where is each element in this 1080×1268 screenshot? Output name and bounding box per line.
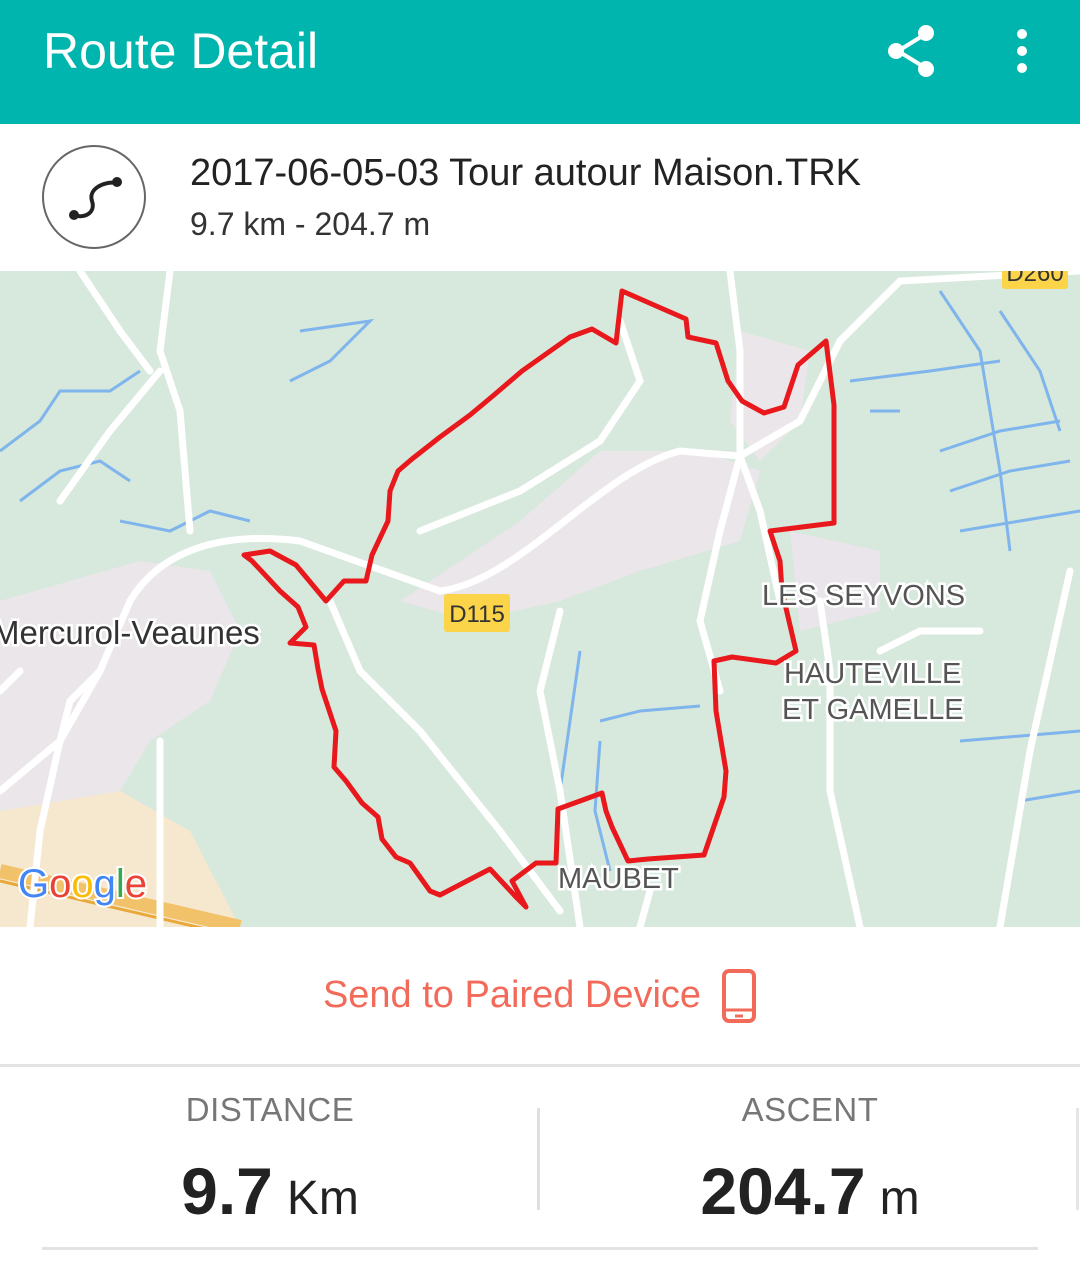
road-shield-d115: D115 [444,594,510,632]
overflow-menu-button[interactable] [1000,18,1044,82]
distance-unit: Km [286,1172,359,1225]
ascent-number: 204.7 [700,1154,866,1228]
distance-number: 9.7 [181,1154,273,1228]
svg-text:D115: D115 [449,601,505,628]
more-vert-icon [1017,29,1027,73]
ascent-value: 204.7 m [540,1153,1080,1229]
ascent-unit: m [879,1172,920,1225]
google-logo: Google [16,860,149,908]
route-map[interactable]: D115 D260 Mercurol-Veaunes LES SEYVONS H… [0,271,1080,927]
share-icon [888,25,934,77]
distance-stat: DISTANCE 9.7 Km [0,1067,540,1247]
phone-icon [722,968,757,1023]
map-label-maubet: MAUBET [558,863,679,895]
svg-text:D260: D260 [1006,271,1063,287]
send-row: Send to Paired Device [0,927,1080,1064]
map-label-les-seyvons: LES SEYVONS [762,580,965,612]
ascent-label: ASCENT [741,1091,879,1128]
distance-value: 9.7 Km [0,1153,540,1229]
map-label-town: Mercurol-Veaunes [0,614,260,651]
send-label: Send to Paired Device [322,974,702,1016]
map-label-hauteville: HAUTEVILLE [784,658,961,690]
stat-edge [1076,1108,1079,1210]
send-to-paired-device-button[interactable]: Send to Paired Device [323,968,757,1024]
route-icon [42,145,146,249]
app-bar: Route Detail [0,0,1080,124]
svg-text:Google: Google [18,862,147,906]
route-header: 2017-06-05-03 Tour autour Maison.TRK 9.7… [0,124,1080,271]
distance-label: DISTANCE [185,1091,355,1128]
share-button[interactable] [880,18,944,82]
map-label-et-gamelle: ET GAMELLE [782,694,964,726]
route-summary: 9.7 km - 204.7 m [190,206,431,242]
road-shield-d260: D260 [1002,271,1068,289]
bottom-divider [42,1247,1038,1250]
page-title: Route Detail [43,23,319,79]
route-name: 2017-06-05-03 Tour autour Maison.TRK [190,152,862,194]
ascent-stat: ASCENT 204.7 m [540,1067,1080,1247]
